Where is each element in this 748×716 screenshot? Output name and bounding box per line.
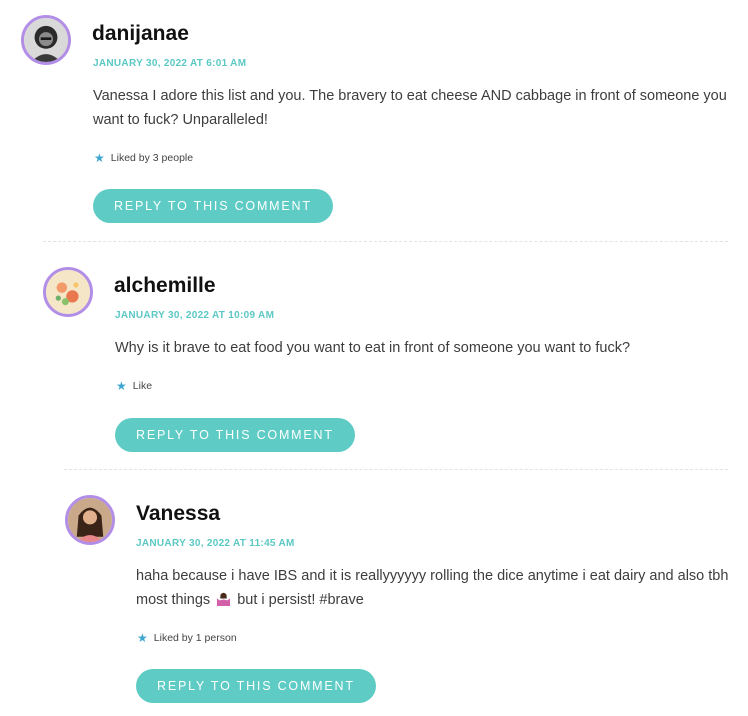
comment-text-line: haha because i have IBS and it is really… [136,568,729,584]
comment-author[interactable]: Vanessa [136,502,220,526]
avatar-photo-icon [68,498,112,542]
likes-label: Liked by 1 person [153,632,237,644]
comment-text-segment: most things [136,592,211,608]
comment-text: haha because i have IBS and it is really… [136,564,736,612]
like-button[interactable]: ★ Liked by 1 person [137,632,237,644]
comment-date[interactable]: JANUARY 30, 2022 AT 11:45 AM [136,538,295,549]
reply-button[interactable]: REPLY TO THIS COMMENT [136,669,376,703]
comment-vanessa: Vanessa JANUARY 30, 2022 AT 11:45 AM hah… [0,0,748,716]
star-icon: ★ [137,631,148,645]
avatar[interactable] [65,495,115,545]
comment-text-line: most things but i persist! #brave [136,588,736,612]
comment-text-segment: but i persist! #brave [237,592,364,608]
person-shrugging-emoji-icon [217,592,231,606]
